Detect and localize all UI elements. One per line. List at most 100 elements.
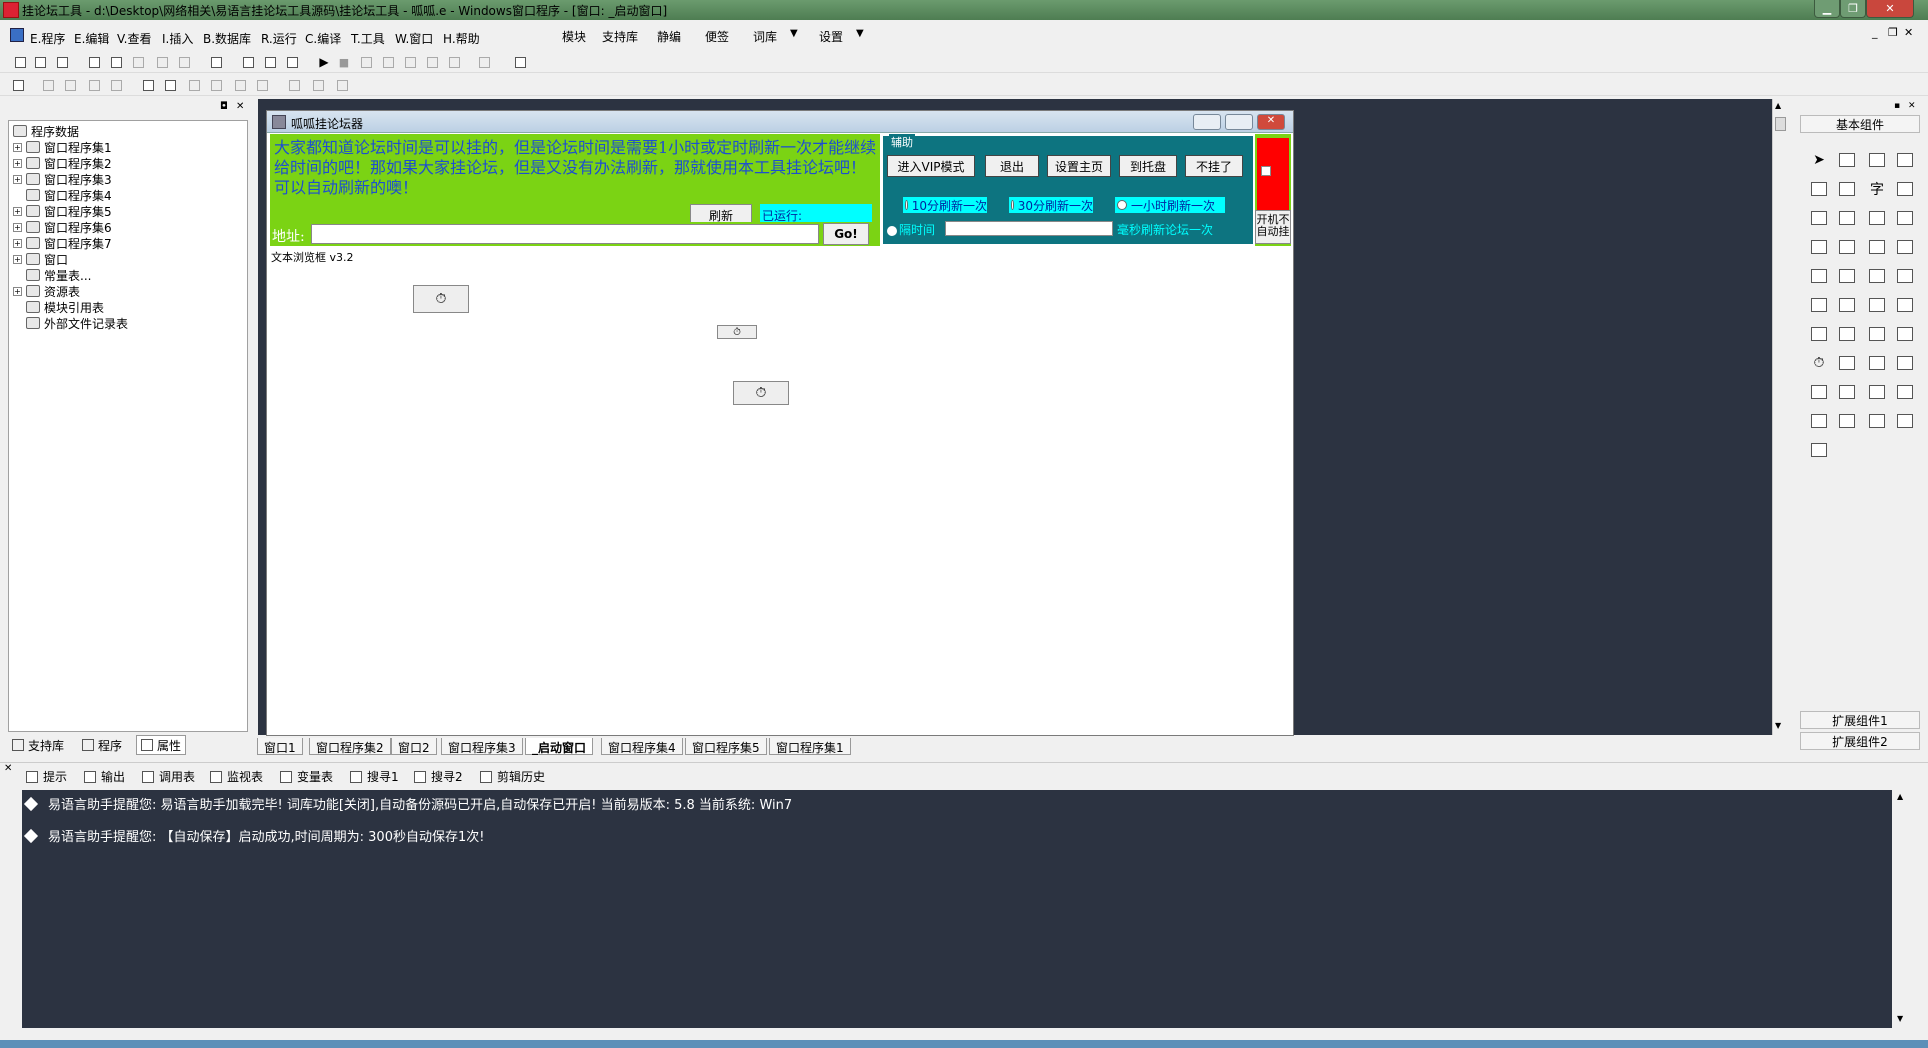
- menu-compile[interactable]: C.编译: [305, 30, 341, 47]
- odbc-icon[interactable]: [1894, 410, 1916, 432]
- menu-tools[interactable]: T.工具: [351, 30, 385, 47]
- same-height-icon[interactable]: [254, 77, 270, 93]
- expand-icon[interactable]: +: [13, 238, 22, 248]
- output-scrollbar[interactable]: ▲ ▼: [1894, 790, 1910, 1028]
- menu-program[interactable]: E.程序: [30, 30, 65, 47]
- expand-icon[interactable]: +: [13, 158, 22, 168]
- scroll-thumb[interactable]: [1775, 117, 1786, 131]
- redo-icon[interactable]: [154, 54, 170, 70]
- paste-icon[interactable]: [130, 54, 146, 70]
- center-v-icon[interactable]: [162, 77, 178, 93]
- exit-button[interactable]: 退出: [985, 155, 1039, 177]
- palette-title[interactable]: 基本组件: [1800, 115, 1920, 133]
- run-to-cursor-icon[interactable]: [446, 54, 462, 70]
- listbox-icon[interactable]: [1866, 207, 1888, 229]
- odbc-db-icon[interactable]: [1808, 439, 1830, 461]
- tree-item[interactable]: 模块引用表: [26, 299, 104, 315]
- tab-hint[interactable]: 提示: [26, 768, 67, 785]
- menu-window[interactable]: W.窗口: [395, 30, 433, 47]
- timer-component[interactable]: ⏱: [733, 381, 789, 405]
- printer-icon[interactable]: [1836, 352, 1858, 374]
- dialog-icon[interactable]: [1894, 381, 1916, 403]
- vip-mode-button[interactable]: 进入VIP模式: [887, 155, 975, 177]
- tab-watch[interactable]: 监视表: [210, 768, 263, 785]
- button-icon[interactable]: [1836, 294, 1858, 316]
- tree-item[interactable]: + 窗口程序集3: [13, 171, 112, 187]
- expand-icon[interactable]: +: [13, 174, 22, 184]
- tree-item[interactable]: 常量表...: [26, 267, 91, 283]
- binoculars-icon[interactable]: [512, 54, 528, 70]
- doc-tab[interactable]: 窗口程序集1: [769, 738, 851, 755]
- extension-group-2[interactable]: 扩展组件2: [1800, 732, 1920, 750]
- server-icon[interactable]: [1894, 352, 1916, 374]
- scroll-up-icon[interactable]: ▲: [1897, 792, 1903, 801]
- tray-button[interactable]: 到托盘: [1119, 155, 1177, 177]
- document-icon[interactable]: [1894, 294, 1916, 316]
- window-icon[interactable]: [1866, 381, 1888, 403]
- tree-item[interactable]: + 窗口程序集2: [13, 155, 112, 171]
- menu-insert[interactable]: I.插入: [162, 30, 193, 47]
- doc-tab[interactable]: 窗口程序集5: [685, 738, 767, 755]
- doc-tab-active[interactable]: _启动窗口: [525, 738, 594, 755]
- tree-item[interactable]: + 资源表: [13, 283, 80, 299]
- toolbar-icon[interactable]: [1836, 265, 1858, 287]
- panel-close-icon[interactable]: ✕: [236, 101, 244, 112]
- undo-icon[interactable]: [176, 54, 192, 70]
- palette-pin-icon[interactable]: ▪: [1894, 101, 1900, 111]
- tab-search2[interactable]: 搜寻2: [414, 768, 463, 785]
- expand-icon[interactable]: +: [13, 142, 22, 152]
- hand-icon[interactable]: [476, 54, 492, 70]
- tree-item[interactable]: + 窗口程序集6: [13, 219, 112, 235]
- expand-icon[interactable]: +: [13, 254, 22, 264]
- stop-hang-button[interactable]: 不挂了: [1185, 155, 1243, 177]
- timer-component[interactable]: ⏱: [413, 285, 469, 313]
- groupbox-icon[interactable]: [1836, 178, 1858, 200]
- doc-tab[interactable]: 窗口程序集3: [441, 738, 523, 755]
- radio-10min[interactable]: 10分刷新一次: [903, 197, 987, 213]
- address-input[interactable]: [311, 224, 819, 244]
- step-out-icon[interactable]: [424, 54, 440, 70]
- doc-tab[interactable]: 窗口程序集4: [601, 738, 683, 755]
- menu-dictionary[interactable]: 词库: [753, 28, 777, 45]
- menu-libraries[interactable]: 支持库: [602, 28, 638, 45]
- layout-left-icon[interactable]: [240, 54, 256, 70]
- image-icon[interactable]: [1866, 149, 1888, 171]
- menu-notes[interactable]: 便签: [705, 28, 729, 45]
- output-area[interactable]: 易语言助手提醒您: 易语言助手加载完毕! 词库功能[关闭],自动备份源码已开启,…: [22, 790, 1892, 1028]
- client-icon[interactable]: [1808, 381, 1830, 403]
- tab-variables[interactable]: 变量表: [280, 768, 333, 785]
- close-button[interactable]: ✕: [1866, 0, 1914, 18]
- split-icon[interactable]: [1866, 323, 1888, 345]
- interval-radio[interactable]: [887, 225, 897, 236]
- form-close-button[interactable]: ✕: [1257, 114, 1285, 130]
- size-to-fit-icon[interactable]: [310, 77, 326, 93]
- menu-static-compile[interactable]: 静编: [657, 28, 681, 45]
- center-h-icon[interactable]: [140, 77, 156, 93]
- align-top-icon[interactable]: [86, 77, 102, 93]
- tab-icon[interactable]: [1808, 265, 1830, 287]
- progress-icon[interactable]: [1894, 236, 1916, 258]
- tab-support-library[interactable]: 支持库: [8, 735, 68, 755]
- tab-output[interactable]: 输出: [84, 768, 125, 785]
- panel-icon[interactable]: [1894, 323, 1916, 345]
- extension-group-1[interactable]: 扩展组件1: [1800, 711, 1920, 729]
- palette-close-icon[interactable]: ✕: [1908, 101, 1916, 111]
- menu-database[interactable]: B.数据库: [203, 30, 251, 47]
- save-icon[interactable]: [54, 54, 70, 70]
- autostart-checkbox[interactable]: [1261, 166, 1271, 176]
- minimize-button[interactable]: ▁: [1814, 0, 1840, 18]
- network-icon[interactable]: [1836, 323, 1858, 345]
- scroll-up-icon[interactable]: ▲: [1775, 101, 1781, 110]
- cut-icon[interactable]: [86, 54, 102, 70]
- pin-icon[interactable]: ◘: [220, 101, 228, 112]
- timer-component[interactable]: ⏱: [717, 325, 757, 339]
- radio-icon[interactable]: [1836, 207, 1858, 229]
- menu-settings[interactable]: 设置: [819, 28, 843, 45]
- space-v-icon[interactable]: [208, 77, 224, 93]
- menu-run[interactable]: R.运行: [261, 30, 297, 47]
- align-right-icon[interactable]: [62, 77, 78, 93]
- database-icon[interactable]: [1808, 410, 1830, 432]
- grid-view-icon[interactable]: [1808, 294, 1830, 316]
- find-icon[interactable]: [208, 54, 224, 70]
- text-icon[interactable]: 字: [1866, 178, 1888, 200]
